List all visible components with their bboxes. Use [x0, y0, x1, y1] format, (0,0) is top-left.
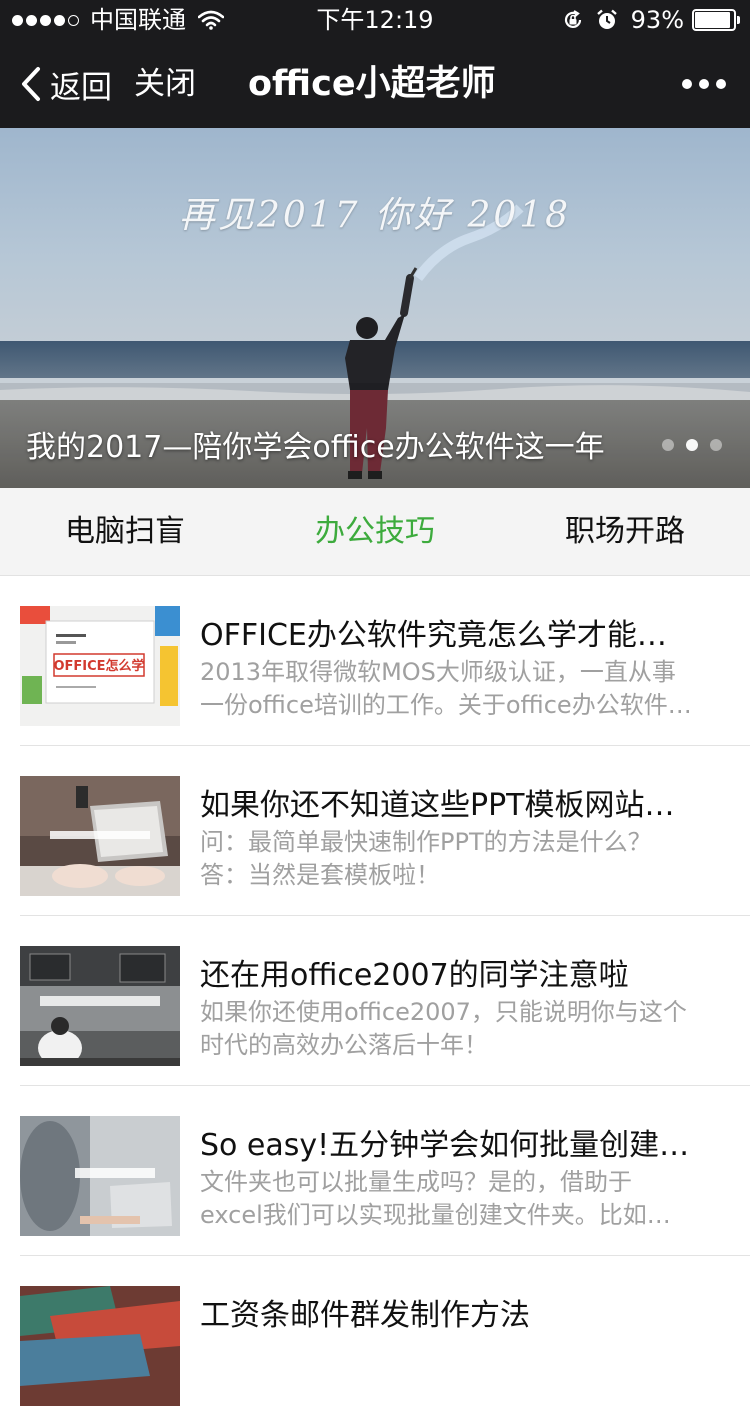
article-thumbnail [20, 1286, 180, 1406]
article-summary: 问：最简单最快速制作PPT的方法是什么？ 答：当然是套模板啦！ [200, 826, 720, 892]
article-item[interactable]: OFFICE怎么学 OFFICE办公软件究竟怎么学才能… 2013年取得微软MO… [20, 576, 750, 746]
article-summary: 2013年取得微软MOS大师级认证，一直从事 一份office培训的工作。关于o… [200, 656, 720, 722]
article-item[interactable]: 还在用office2007的同学注意啦 如果你还使用office2007，只能说… [20, 916, 750, 1086]
back-label: 返回 [50, 69, 112, 106]
summary-line: excel我们可以实现批量创建文件夹。比如… [200, 1201, 671, 1229]
rotation-lock-icon [564, 10, 581, 29]
article-item[interactable]: 如果你还不知道这些PPT模板网站… 问：最简单最快速制作PPT的方法是什么？ 答… [20, 746, 750, 916]
banner-carousel[interactable]: 再见2017 你好 2018 我的2017—陪你学会office办公软件这一年 [0, 128, 750, 488]
carousel-dot[interactable] [662, 439, 674, 451]
article-summary: 如果你还使用office2007，只能说明你与这个 时代的高效办公落后十年！ [200, 996, 720, 1062]
status-bar: 中国联通 下午12:19 93% [0, 0, 750, 40]
more-dot-icon [716, 79, 726, 89]
more-dot-icon [682, 79, 692, 89]
banner-caption: 我的2017—陪你学会office办公软件这一年 [26, 430, 605, 465]
carousel-indicator [650, 439, 722, 451]
status-right: 93% [551, 0, 740, 40]
summary-line: 文件夹也可以批量生成吗？是的，借助于 [200, 1168, 632, 1196]
article-title: 还在用office2007的同学注意啦 [200, 958, 629, 993]
tab-office-tips[interactable]: 办公技巧 [250, 488, 500, 575]
summary-line: 时代的高效办公落后十年！ [200, 1031, 488, 1059]
article-thumbnail [20, 1116, 180, 1236]
more-button[interactable] [675, 40, 726, 128]
article-item[interactable]: So easy!五分钟学会如何批量创建… 文件夹也可以批量生成吗？是的，借助于 … [20, 1086, 750, 1256]
article-title: 工资条邮件群发制作方法 [200, 1298, 530, 1333]
more-dot-icon [699, 79, 709, 89]
category-tabs: 电脑扫盲 办公技巧 职场开路 [0, 488, 750, 576]
article-thumbnail [20, 776, 180, 896]
article-list: OFFICE怎么学 OFFICE办公软件究竟怎么学才能… 2013年取得微软MO… [0, 576, 750, 1426]
summary-line: 答：当然是套模板啦！ [200, 861, 440, 889]
battery-percent: 93% [630, 6, 684, 34]
tab-career[interactable]: 职场开路 [500, 488, 750, 575]
article-title: So easy!五分钟学会如何批量创建… [200, 1128, 690, 1163]
alarm-icon [596, 9, 617, 29]
back-button[interactable]: 返回 [18, 40, 112, 128]
tab-computer-basics[interactable]: 电脑扫盲 [0, 488, 250, 575]
article-summary: 文件夹也可以批量生成吗？是的，借助于 excel我们可以实现批量创建文件夹。比如… [200, 1166, 720, 1232]
carousel-dot[interactable] [710, 439, 722, 451]
close-button[interactable]: 关闭 [134, 40, 196, 128]
summary-line: 2013年取得微软MOS大师级认证，一直从事 [200, 658, 676, 686]
article-item[interactable]: 工资条邮件群发制作方法 [20, 1256, 750, 1426]
summary-line: 问：最简单最快速制作PPT的方法是什么？ [200, 828, 652, 856]
thumbnail-text: OFFICE怎么学 [53, 658, 144, 674]
chevron-left-icon [22, 67, 40, 101]
article-thumbnail: OFFICE怎么学 [20, 606, 180, 726]
article-thumbnail [20, 946, 180, 1066]
banner-handwriting: 再见2017 你好 2018 [178, 195, 572, 236]
battery-icon [692, 9, 740, 31]
nav-bar: 返回 关闭 office小超老师 [0, 40, 750, 128]
summary-line: 如果你还使用office2007，只能说明你与这个 [200, 998, 687, 1026]
carousel-dot[interactable] [686, 439, 698, 451]
article-title: 如果你还不知道这些PPT模板网站… [200, 788, 675, 823]
summary-line: 一份office培训的工作。关于office办公软件… [200, 691, 692, 719]
article-title: OFFICE办公软件究竟怎么学才能… [200, 618, 667, 653]
page-title: office小超老师 [248, 64, 496, 104]
